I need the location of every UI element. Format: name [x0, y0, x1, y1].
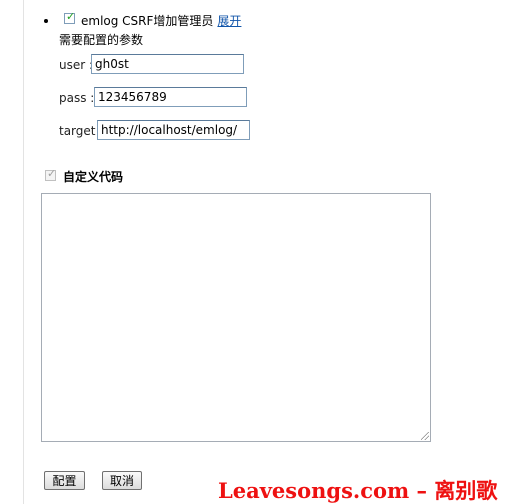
- resize-grip-icon[interactable]: [421, 432, 429, 440]
- expand-link[interactable]: 展开: [217, 14, 241, 28]
- watermark: Leavesongs.com – 离别歌: [218, 478, 498, 503]
- plugin-name: emlog CSRF增加管理员: [81, 14, 214, 28]
- user-label: user :: [59, 58, 94, 72]
- list-bullet: [44, 19, 48, 23]
- custom-code-label: 自定义代码: [63, 170, 124, 184]
- check-icon: ✓: [47, 167, 57, 180]
- plugin-title: emlog CSRF增加管理员 展开: [81, 13, 241, 29]
- pass-input[interactable]: 123456789: [94, 87, 247, 107]
- cancel-button[interactable]: 取消: [102, 471, 142, 490]
- user-input[interactable]: gh0st: [91, 54, 244, 74]
- left-border: [23, 0, 24, 504]
- custom-code-checkbox[interactable]: ✓: [45, 167, 57, 181]
- target-input[interactable]: http://localhost/emlog/: [97, 120, 250, 140]
- params-heading: 需要配置的参数: [59, 33, 144, 47]
- check-icon: ✓: [66, 10, 76, 23]
- pass-label: pass :: [59, 91, 95, 105]
- custom-code-textarea[interactable]: [41, 193, 431, 442]
- configure-button[interactable]: 配置: [44, 471, 85, 490]
- plugin-enable-checkbox[interactable]: ✓: [64, 10, 76, 24]
